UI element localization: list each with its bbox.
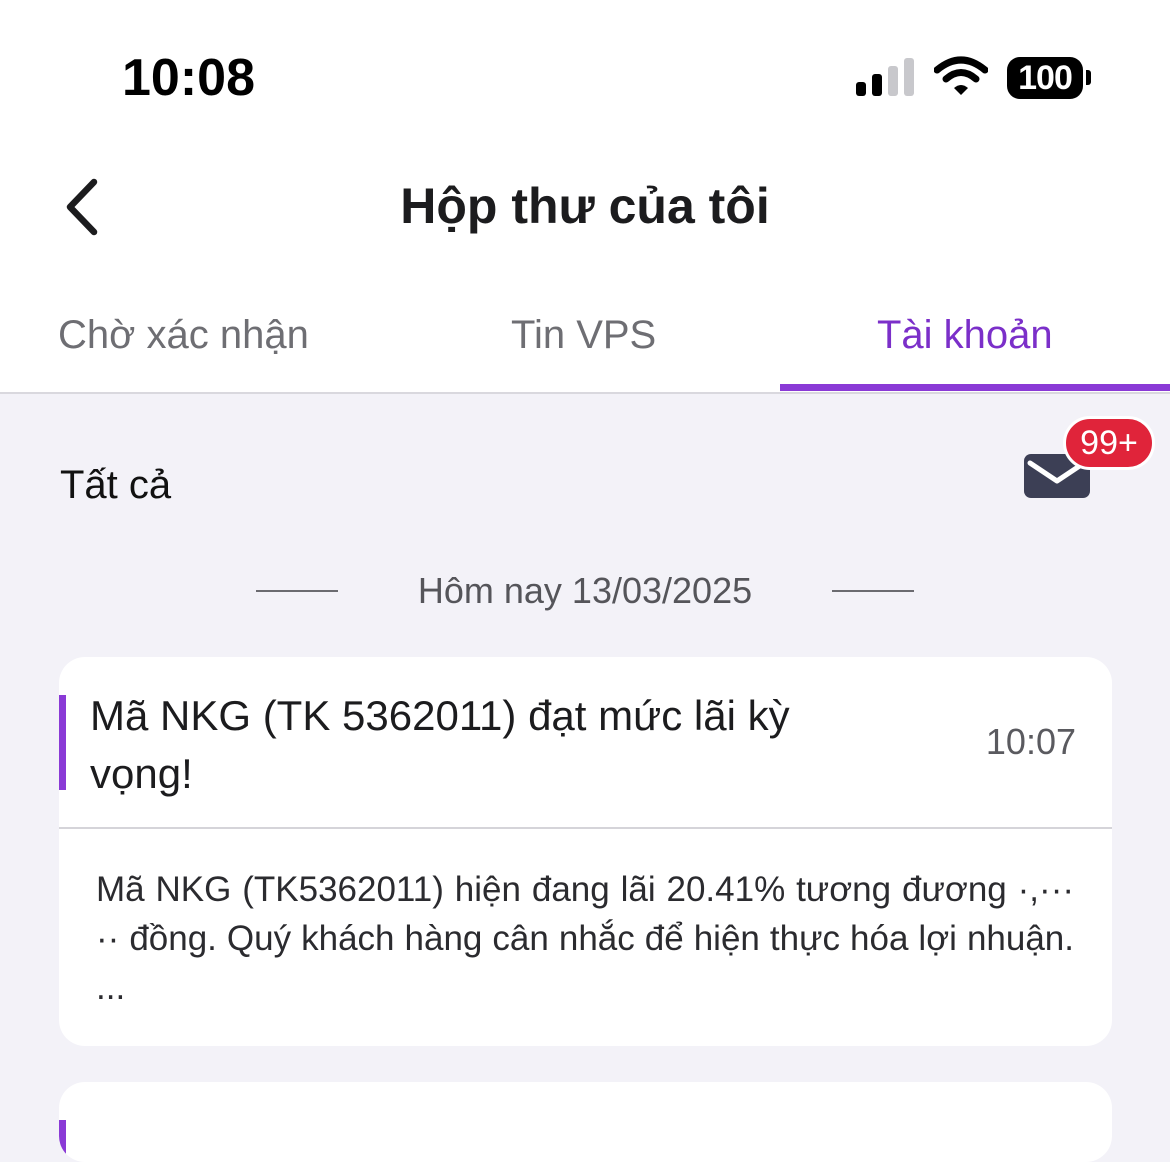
tab-tin-vps[interactable]: Tin VPS — [511, 296, 656, 376]
tab-tai-khoan[interactable]: Tài khoản — [877, 296, 1053, 376]
tab-bar: Chờ xác nhận Tin VPS Tài khoản — [0, 296, 1170, 392]
message-divider — [59, 827, 1112, 829]
battery-tip — [1086, 70, 1091, 85]
status-time: 10:08 — [122, 49, 255, 107]
message-card-next[interactable] — [59, 1082, 1112, 1162]
unread-count-badge: 99+ — [1063, 416, 1155, 470]
page-title: Hộp thư của tôi — [400, 178, 770, 234]
message-accent-bar — [59, 1120, 66, 1160]
message-title: Mã NKG (TK 5362011) đạt mức lãi kỳ vọng! — [90, 692, 790, 797]
back-button[interactable] — [56, 176, 112, 240]
wifi-icon — [934, 56, 988, 95]
chevron-left-icon — [66, 178, 98, 236]
message-accent-bar — [59, 695, 66, 790]
battery-indicator: 100 — [1007, 57, 1083, 99]
filter-all-label[interactable]: Tất cả — [60, 460, 171, 510]
message-time: 10:07 — [985, 721, 1076, 762]
date-separator-line-right — [832, 590, 914, 592]
message-card[interactable]: Mã NKG (TK 5362011) đạt mức lãi kỳ vọng!… — [59, 657, 1112, 1046]
tabs-divider — [0, 392, 1170, 394]
date-separator: Hôm nay 13/03/2025 — [417, 570, 753, 611]
active-tab-indicator — [780, 384, 1170, 391]
message-body: Mã NKG (TK5362011) hiện đang lãi 20.41% … — [96, 870, 1074, 1007]
tab-cho-xac-nhan[interactable]: Chờ xác nhận — [58, 296, 309, 376]
cellular-signal-icon — [856, 58, 914, 96]
